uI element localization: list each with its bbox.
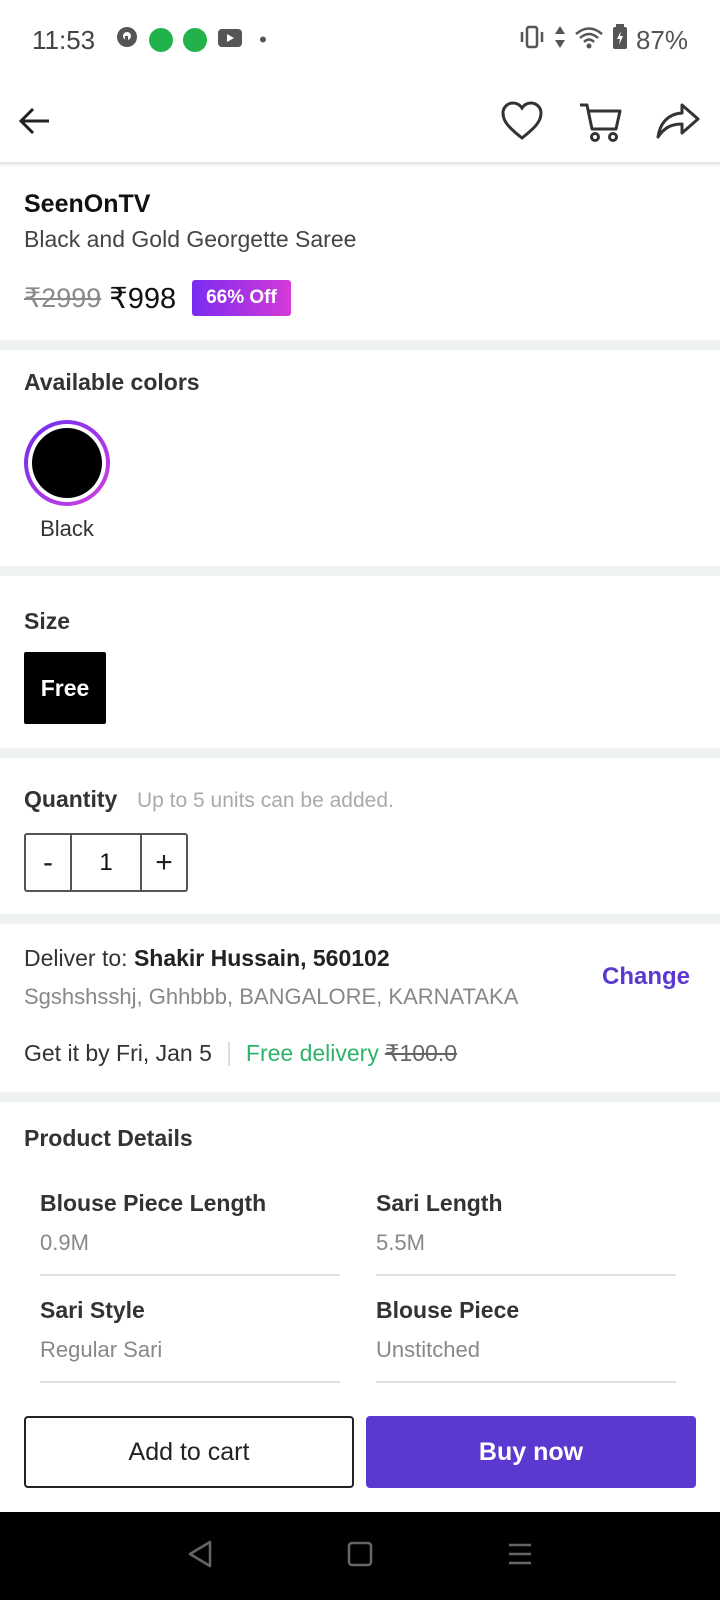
discount-badge: 66% Off (192, 280, 291, 316)
detail-label: Blouse Piece (376, 1297, 520, 1323)
detail-item: Blouse Piece Length 0.9M (40, 1190, 340, 1276)
status-bar: 11:53 • 87% (0, 0, 720, 80)
detail-value: 0.9M (40, 1230, 89, 1255)
add-to-cart-button[interactable]: Add to cart (24, 1416, 354, 1488)
android-app-icon (183, 28, 208, 52)
quantity-note: Up to 5 units can be added. (137, 789, 394, 812)
deliver-to: Deliver to: Shakir Hussain, 560102 (24, 945, 390, 972)
change-address-link[interactable]: Change (602, 963, 690, 991)
delivery-fee: ₹100.0 (384, 1040, 458, 1066)
top-toolbar (0, 80, 720, 164)
buy-now-button[interactable]: Buy now (366, 1416, 696, 1488)
detail-value: 5.5M (376, 1230, 425, 1255)
android-app-icon (149, 28, 174, 52)
divider (0, 566, 720, 576)
delivery-address: Sgshshsshj, Ghhbbb, BANGALORE, KARNATAKA (24, 984, 519, 1009)
detail-label: Sari Style (40, 1297, 145, 1323)
system-nav-bar (0, 1512, 720, 1600)
youtube-icon (217, 25, 243, 56)
quantity-plus-button[interactable]: + (142, 835, 186, 890)
cart-icon[interactable] (578, 99, 622, 143)
quantity-minus-button[interactable]: - (26, 835, 70, 890)
quantity-stepper: - 1 + (24, 833, 188, 892)
product-details-title: Product Details (24, 1125, 193, 1151)
divider (0, 340, 720, 350)
color-label: Black (40, 516, 94, 541)
quantity-title: Quantity (24, 786, 118, 812)
detail-label: Sari Length (376, 1190, 503, 1216)
wifi-icon (574, 25, 604, 56)
nav-recents-icon[interactable] (506, 1540, 534, 1573)
original-price: ₹2999 (24, 282, 102, 313)
detail-label: Blouse Piece Length (40, 1190, 267, 1216)
detail-value: Regular Sari (40, 1337, 163, 1362)
back-arrow-icon[interactable] (18, 106, 52, 136)
current-price: ₹998 (109, 282, 177, 315)
wishlist-heart-icon[interactable] (500, 100, 544, 142)
color-option-black[interactable] (24, 420, 110, 506)
divider (0, 914, 720, 924)
size-title: Size (24, 608, 71, 634)
status-time: 11:53 (32, 24, 96, 55)
product-name: Black and Gold Georgette Saree (24, 226, 357, 252)
separator (227, 1041, 230, 1066)
delivery-eta: Get it by Fri, Jan 5 (24, 1040, 212, 1066)
divider (0, 748, 720, 758)
price-row: ₹2999 ₹998 66% Off (24, 280, 291, 316)
detail-item: Sari Length 5.5M (376, 1190, 676, 1276)
data-arrows-icon (554, 24, 566, 57)
vibrate-icon (518, 24, 546, 57)
free-delivery-label: Free delivery (245, 1040, 379, 1066)
color-swatch (32, 428, 102, 498)
colors-title: Available colors (24, 369, 200, 395)
more-dot-icon: • (259, 27, 267, 52)
size-option-free[interactable]: Free (24, 652, 106, 724)
deliver-prefix: Deliver to: (24, 945, 128, 971)
brand-name: SeenOnTV (24, 190, 151, 218)
detail-item: Blouse Piece Unstitched (376, 1297, 676, 1383)
divider (0, 1092, 720, 1102)
deliver-recipient: Shakir Hussain, 560102 (133, 945, 390, 971)
battery-icon (612, 23, 628, 57)
notification-icons: • (115, 25, 267, 56)
app-notification-icon (115, 25, 139, 56)
detail-item: Sari Style Regular Sari (40, 1297, 340, 1383)
nav-home-icon[interactable] (346, 1540, 374, 1573)
delivery-eta-row: Get it by Fri, Jan 5 Free delivery ₹100.… (24, 1040, 457, 1067)
battery-percent: 87% (635, 24, 688, 55)
status-right: 87% (518, 23, 688, 57)
detail-value: Unstitched (376, 1337, 480, 1362)
nav-back-icon[interactable] (186, 1539, 214, 1574)
quantity-value: 1 (70, 835, 142, 890)
share-icon[interactable] (656, 102, 700, 140)
